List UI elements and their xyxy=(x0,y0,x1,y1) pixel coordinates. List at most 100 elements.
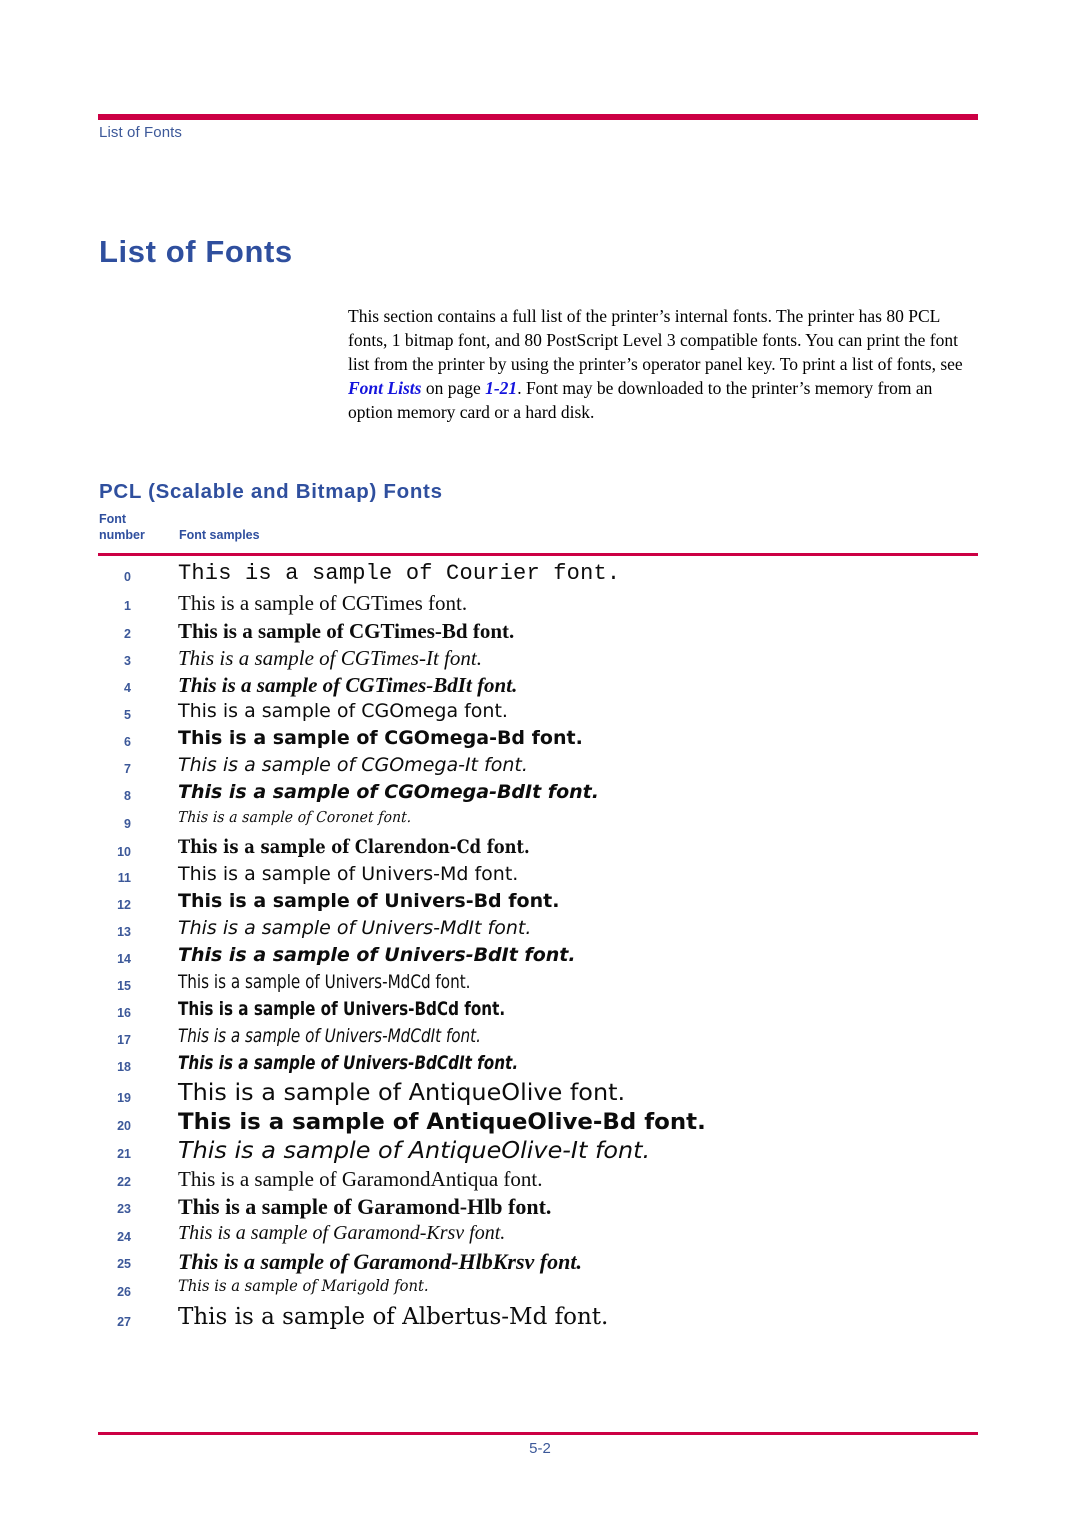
font-sample: This is a sample of Garamond-Krsv font. xyxy=(178,1222,506,1244)
table-row: 27 This is a sample of Albertus-Md font. xyxy=(99,1304,979,1334)
font-number: 16 xyxy=(117,1006,131,1020)
font-number: 27 xyxy=(117,1315,131,1329)
font-number: 5 xyxy=(124,708,131,722)
table-header-rule xyxy=(98,553,978,556)
table-row: 14 This is a sample of Univers-BdIt font… xyxy=(99,944,979,971)
table-row: 8 This is a sample of CGOmega-BdIt font. xyxy=(99,781,979,808)
table-row: 6 This is a sample of CGOmega-Bd font. xyxy=(99,727,979,754)
font-sample: This is a sample of Univers-BdCd font. xyxy=(178,998,506,1020)
page-title: List of Fonts xyxy=(99,233,293,269)
table-row: 3 This is a sample of CGTimes-It font. xyxy=(99,646,979,673)
font-number: 22 xyxy=(117,1175,131,1189)
header-rule xyxy=(98,114,978,120)
font-sample: This is a sample of GaramondAntiqua font… xyxy=(178,1167,543,1191)
font-number: 24 xyxy=(117,1230,131,1244)
font-sample: This is a sample of AntiqueOlive font. xyxy=(178,1080,626,1106)
table-row: 13 This is a sample of Univers-MdIt font… xyxy=(99,917,979,944)
table-row: 21 This is a sample of AntiqueOlive-It f… xyxy=(99,1138,979,1167)
font-number: 4 xyxy=(124,681,131,695)
font-sample: This is a sample of CGTimes-Bd font. xyxy=(178,619,515,643)
font-sample: This is a sample of Univers-Md font. xyxy=(178,863,519,885)
font-sample: This is a sample of Univers-BdCdIt font. xyxy=(178,1052,519,1074)
font-sample: This is a sample of Univers-MdIt font. xyxy=(178,917,532,939)
font-sample: This is a sample of Clarendon-Cd font. xyxy=(178,836,530,858)
font-sample: This is a sample of CGTimes font. xyxy=(178,591,468,615)
font-number: 7 xyxy=(124,762,131,776)
font-sample: This is a sample of CGTimes-BdIt font. xyxy=(178,673,518,697)
section-heading: PCL (Scalable and Bitmap) Fonts xyxy=(99,480,443,503)
font-sample: This is a sample of Univers-MdCdIt font. xyxy=(178,1025,481,1047)
font-sample: This is a sample of Courier font. xyxy=(178,561,621,586)
font-number: 6 xyxy=(124,735,131,749)
intro-paragraph: This section contains a full list of the… xyxy=(348,304,974,425)
table-header-font-number-line2: number xyxy=(99,527,145,542)
font-sample-table: 0 This is a sample of Courier font. 1 Th… xyxy=(99,561,979,1334)
font-number: 21 xyxy=(117,1147,131,1161)
table-row: 25 This is a sample of Garamond-HlbKrsv … xyxy=(99,1249,979,1277)
font-sample: This is a sample of AntiqueOlive-It font… xyxy=(178,1138,651,1164)
font-number: 26 xyxy=(117,1285,131,1299)
table-header-font-number-line1: Font xyxy=(99,512,127,526)
running-header: List of Fonts xyxy=(99,124,183,141)
font-number: 17 xyxy=(117,1033,131,1047)
cross-reference-link[interactable]: Font Lists xyxy=(348,378,421,398)
font-sample: This is a sample of Garamond-HlbKrsv fon… xyxy=(178,1249,582,1274)
font-sample: This is a sample of Univers-BdIt font. xyxy=(178,944,576,966)
font-number: 14 xyxy=(117,952,131,966)
table-row: 22 This is a sample of GaramondAntiqua f… xyxy=(99,1167,979,1194)
font-number: 9 xyxy=(124,817,131,831)
font-number: 3 xyxy=(124,654,131,668)
font-sample: This is a sample of CGTimes-It font. xyxy=(178,646,482,670)
font-sample: This is a sample of Univers-MdCd font. xyxy=(178,971,471,993)
table-row: 5 This is a sample of CGOmega font. xyxy=(99,700,979,727)
font-sample: This is a sample of Garamond-Hlb font. xyxy=(178,1194,552,1219)
table-row: 10 This is a sample of Clarendon-Cd font… xyxy=(99,836,979,863)
table-row: 17 This is a sample of Univers-MdCdIt fo… xyxy=(99,1025,979,1052)
table-row: 12 This is a sample of Univers-Bd font. xyxy=(99,890,979,917)
cross-reference-page[interactable]: 1-21 xyxy=(485,378,517,398)
font-number: 25 xyxy=(117,1257,131,1271)
table-row: 9 This is a sample of Coronet font. xyxy=(99,808,979,836)
font-sample: This is a sample of Coronet font. xyxy=(177,808,413,826)
table-row: 19 This is a sample of AntiqueOlive font… xyxy=(99,1080,979,1110)
document-page: List of Fonts List of Fonts This section… xyxy=(0,0,1080,1528)
table-header-font-samples: Font samples xyxy=(179,527,260,542)
intro-text-part1: This section contains a full list of the… xyxy=(348,305,963,374)
font-sample: This is a sample of AntiqueOlive-Bd font… xyxy=(178,1110,706,1135)
font-number: 10 xyxy=(117,845,131,859)
table-row: 26 This is a sample of Marigold font. xyxy=(99,1277,979,1304)
font-number: 8 xyxy=(124,789,131,803)
table-row: 7 This is a sample of CGOmega-It font. xyxy=(99,754,979,781)
font-number: 12 xyxy=(117,898,131,912)
table-row: 18 This is a sample of Univers-BdCdIt fo… xyxy=(99,1052,979,1080)
font-sample: This is a sample of CGOmega-It font. xyxy=(178,754,528,776)
font-number: 18 xyxy=(117,1060,131,1074)
intro-text-part2: on page xyxy=(421,378,486,399)
page-number: 5-2 xyxy=(529,1440,551,1457)
table-row: 1 This is a sample of CGTimes font. xyxy=(99,591,979,619)
table-row: 0 This is a sample of Courier font. xyxy=(99,561,979,591)
table-row: 24 This is a sample of Garamond-Krsv fon… xyxy=(99,1222,979,1249)
font-sample: This is a sample of CGOmega-Bd font. xyxy=(178,727,583,749)
font-number: 2 xyxy=(124,627,131,641)
table-row: 20 This is a sample of AntiqueOlive-Bd f… xyxy=(99,1110,979,1138)
table-header-font-number: Font number xyxy=(99,512,179,543)
table-row: 4 This is a sample of CGTimes-BdIt font. xyxy=(99,673,979,700)
font-number: 1 xyxy=(124,599,131,613)
font-sample: This is a sample of CGOmega-BdIt font. xyxy=(178,781,599,803)
table-row: 23 This is a sample of Garamond-Hlb font… xyxy=(99,1194,979,1222)
font-sample: This is a sample of CGOmega font. xyxy=(178,700,508,722)
font-number: 0 xyxy=(124,570,131,584)
font-sample: This is a sample of Univers-Bd font. xyxy=(178,890,560,912)
font-number: 15 xyxy=(117,979,131,993)
font-sample: This is a sample of Albertus-Md font. xyxy=(178,1304,609,1330)
font-number: 19 xyxy=(117,1091,131,1105)
font-number: 11 xyxy=(117,871,131,885)
table-row: 15 This is a sample of Univers-MdCd font… xyxy=(99,971,979,998)
table-row: 11 This is a sample of Univers-Md font. xyxy=(99,863,979,890)
font-sample: This is a sample of Marigold font. xyxy=(178,1277,429,1295)
font-number: 13 xyxy=(117,925,131,939)
table-row: 2 This is a sample of CGTimes-Bd font. xyxy=(99,619,979,646)
table-row: 16 This is a sample of Univers-BdCd font… xyxy=(99,998,979,1025)
font-number: 23 xyxy=(117,1202,131,1216)
